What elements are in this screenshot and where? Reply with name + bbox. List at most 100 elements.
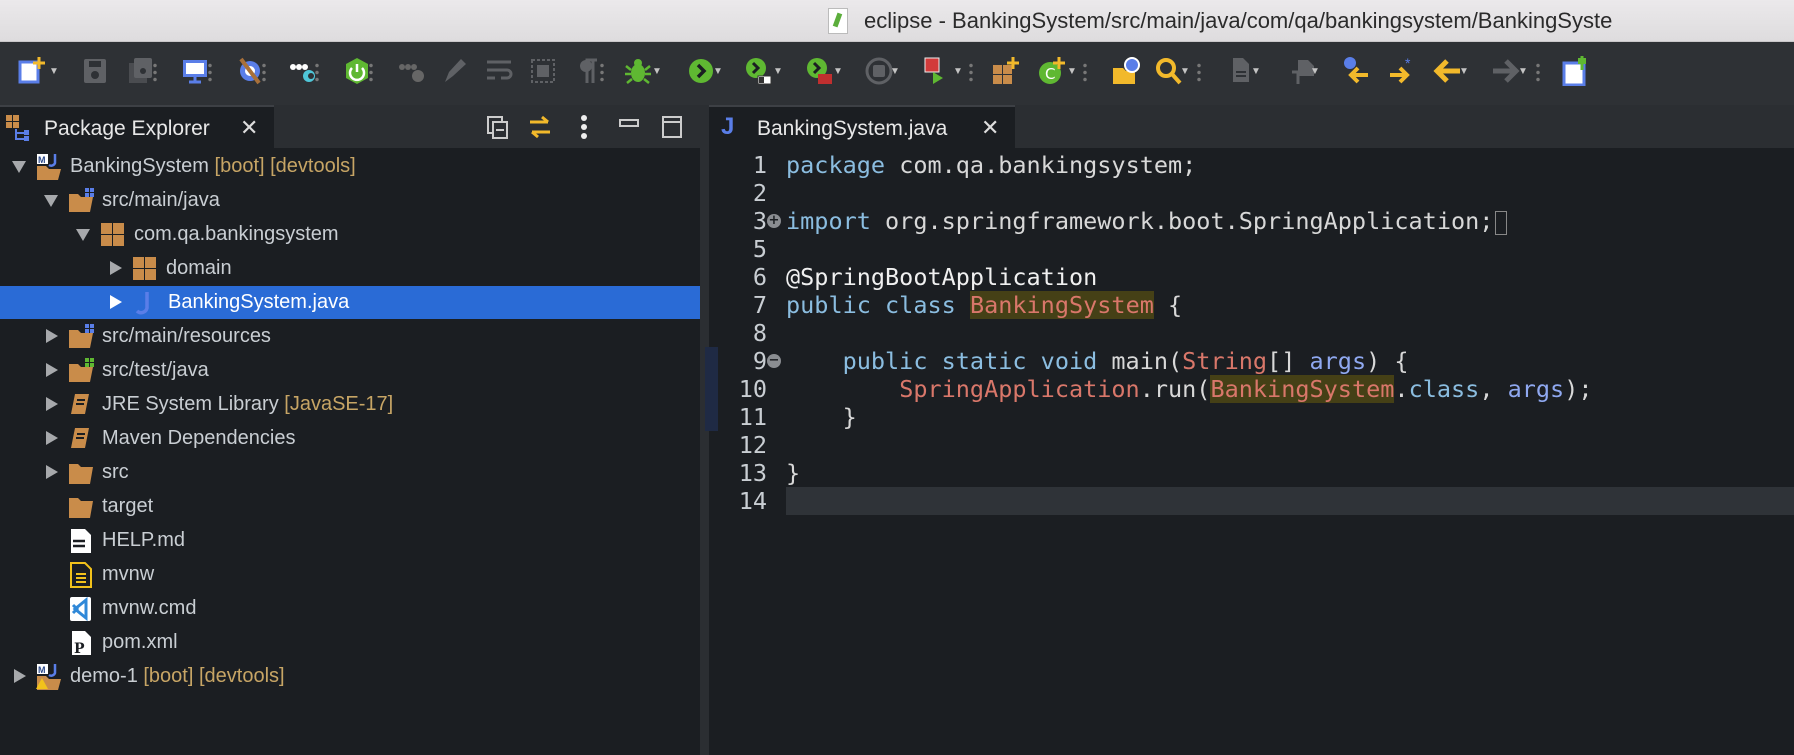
debug-dropdown-icon[interactable]: ▼ [652,66,662,77]
search-dropdown-icon[interactable]: ▼ [1180,66,1190,77]
code-text: @SpringBootApplication [786,263,1794,291]
minimize-icon[interactable] [617,115,641,139]
toggle-dots-disabled-button[interactable] [396,56,426,86]
collapse-triangle-icon[interactable] [44,195,58,207]
tree-item[interactable]: mvnw [0,558,700,591]
run-external-button[interactable] [743,56,773,86]
expand-fold-icon[interactable]: + [767,214,781,228]
tree-item[interactable]: M BankingSystem [boot] [devtools] [0,150,700,183]
monitor-button[interactable] [180,56,210,86]
new-package-icon [993,57,1019,84]
mark-occurrences-button[interactable] [439,56,469,86]
pin-editor-button[interactable] [1561,56,1591,86]
tree-item[interactable]: src [0,456,700,489]
link-with-editor-icon[interactable] [528,115,552,139]
expand-triangle-icon[interactable] [110,261,122,275]
toggle-dots-button[interactable] [287,56,317,86]
code-token: } [786,459,801,487]
line-number: 6 [752,263,767,291]
skip-breakpoints-button[interactable] [235,56,265,86]
last-edit-dropdown-icon[interactable]: ▼ [1251,66,1261,77]
next-edit-button[interactable]: * [1387,56,1417,86]
collapse-fold-icon[interactable]: − [767,354,781,368]
tree-item[interactable]: BankingSystem.java [0,286,700,319]
stop-dropdown-icon[interactable]: ▼ [890,66,900,77]
tree-item[interactable]: mvnw.cmd [0,592,700,625]
code-token: main( [1097,347,1183,375]
tree-item[interactable]: target [0,490,700,523]
forward-button[interactable] [1490,56,1520,86]
expand-triangle-icon[interactable] [46,397,58,411]
forward-icon [1493,59,1520,83]
minimize-window-button[interactable] [49,9,74,34]
collapse-triangle-icon[interactable] [12,161,26,173]
expand-triangle-icon[interactable] [46,329,58,343]
spring-boot-button[interactable] [342,56,372,86]
code-token: } [786,403,857,431]
tree-item[interactable]: Mdemo-1 [boot] [devtools] [0,660,700,693]
new-button[interactable] [17,56,47,86]
run-dropdown-icon[interactable]: ▼ [713,66,723,77]
new-class-button[interactable]: C [1037,56,1067,86]
code-text: SpringApplication.run(BankingSystem.clas… [786,375,1794,403]
collapse-triangle-icon[interactable] [76,229,90,241]
tree-item[interactable]: src/test/java [0,354,700,387]
maximize-icon[interactable] [660,115,684,139]
tree-item[interactable]: JRE System Library [JavaSE-17] [0,388,700,421]
close-icon[interactable]: ✕ [240,115,258,141]
run-external-dropdown-icon[interactable]: ▼ [773,66,783,77]
run-button[interactable] [686,56,716,86]
expand-triangle-icon[interactable] [110,295,122,309]
tab-bankingsystem-java[interactable]: J BankingSystem.java ✕ [709,105,1015,148]
tree-item-label: mvnw [102,563,155,585]
toolbar-separator [600,62,604,82]
close-window-button[interactable] [13,9,38,34]
expand-triangle-icon[interactable] [46,465,58,479]
view-menu-icon[interactable] [572,115,596,139]
code-line: 11 } [705,403,1794,431]
forward-dropdown-icon[interactable]: ▼ [1518,66,1528,77]
word-wrap-button[interactable] [484,56,514,86]
expand-triangle-icon[interactable] [46,431,58,445]
tree-item[interactable]: src/main/resources [0,320,700,353]
zoom-window-button[interactable] [85,9,110,34]
save-all-button[interactable] [126,56,156,86]
debug-button[interactable] [623,56,653,86]
block-selection-button[interactable] [528,56,558,86]
tree-item[interactable]: Ppom.xml [0,626,700,659]
tree-item[interactable]: src/main/java [0,184,700,217]
next-annotation-dropdown-icon[interactable]: ▼ [1310,66,1320,77]
code-token: { [1153,291,1183,319]
vscode-file-icon [67,596,95,622]
line-number: 7 [752,291,767,319]
external-tools-button[interactable] [804,56,834,86]
collapse-all-icon[interactable] [485,115,509,139]
tree-item[interactable]: domain [0,252,700,285]
new-dropdown-icon[interactable]: ▼ [49,66,59,77]
expand-triangle-icon[interactable] [14,669,26,683]
code-line: 9− public static void main(String[] args… [705,347,1794,375]
tab-package-explorer[interactable]: Package Explorer ✕ [0,105,274,148]
tree-item[interactable]: com.qa.bankingsystem [0,218,700,251]
back-dropdown-icon[interactable]: ▼ [1459,66,1469,77]
tree-item[interactable]: Maven Dependencies [0,422,700,455]
coverage-button[interactable] [923,56,953,86]
folded-imports-marker[interactable] [1495,210,1508,235]
previous-annotation-button[interactable] [1342,56,1372,86]
save-all-icon [129,58,152,83]
maven-project-warning-icon: M [35,664,63,690]
close-icon[interactable]: ✕ [981,115,999,141]
open-type-button[interactable] [1111,56,1141,86]
coverage-dropdown-icon[interactable]: ▼ [953,66,963,77]
expand-triangle-icon[interactable] [46,363,58,377]
tree-item-label: BankingSystem.java [168,291,350,313]
tree-item[interactable]: HELP.md [0,524,700,557]
new-class-dropdown-icon[interactable]: ▼ [1067,66,1077,77]
save-button[interactable] [80,56,110,86]
run-icon [689,59,713,83]
new-package-button[interactable] [990,56,1020,86]
external-tools-dropdown-icon[interactable]: ▼ [833,66,843,77]
package-explorer-tab-bar: Package Explorer ✕ [0,105,700,148]
code-line: 6 @SpringBootApplication [709,263,1794,291]
